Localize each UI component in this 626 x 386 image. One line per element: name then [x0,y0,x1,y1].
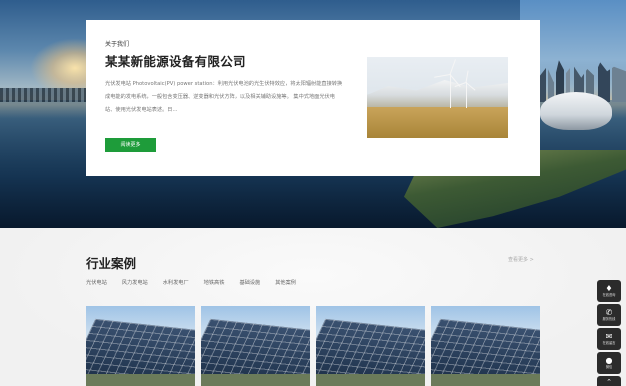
company-name: 某某新能源设备有限公司 [105,54,246,69]
bell-icon: ♦ [605,284,613,293]
leave-message-button[interactable]: ✉ 在线留言 [597,328,621,350]
tab-infrastructure[interactable]: 基础设施 [239,279,260,286]
read-more-button[interactable]: 阅读更多 [105,138,156,152]
phone-icon: ✆ [605,308,613,317]
view-more-link[interactable]: 查看更多 > [508,256,534,263]
wechat-icon: ● [605,356,613,365]
turbine-tower [450,74,451,108]
wechat-button[interactable]: ● 微信 [597,352,621,374]
chat-icon: ✉ [605,332,613,341]
online-consult-button[interactable]: ♦ 在线咨询 [597,280,621,302]
floating-contact-bar: ♦ 在线咨询 ✆ 服务热线 ✉ 在线留言 ● 微信 ⌃ [597,280,623,386]
wind-turbine-photo [367,57,508,138]
hero-banner: 关于我们 某某新能源设备有限公司 光伏发电站 Photovoltaic(PV) … [0,0,626,228]
industry-cases-section: 行业案例 查看更多 > 光伏电站 风力发电站 水利发电厂 地铁高铁 基础设施 其… [0,228,626,386]
case-tabs: 光伏电站 风力发电站 水利发电厂 地铁高铁 基础设施 其他案例 [86,279,311,286]
case-thumbnail[interactable] [431,306,540,386]
stadium-image [540,92,612,130]
pier-image [0,88,90,102]
turbine-tower [466,82,467,108]
tab-other-cases[interactable]: 其他案例 [275,279,296,286]
about-description: 光伏发电站 Photovoltaic(PV) power station：利用光… [105,81,343,113]
back-to-top-button[interactable]: ⌃ [597,376,621,386]
tab-metro-rail[interactable]: 地铁高铁 [204,279,225,286]
tab-pv-station[interactable]: 光伏电站 [86,279,107,286]
case-thumbnail[interactable] [316,306,425,386]
cases-title: 行业案例 [86,256,137,271]
about-eyebrow: 关于我们 [105,41,130,48]
service-hotline-button[interactable]: ✆ 服务热线 [597,304,621,326]
tab-wind-station[interactable]: 风力发电站 [122,279,148,286]
tab-hydro-plant[interactable]: 水利发电厂 [163,279,189,286]
arrow-up-icon: ⌃ [606,378,612,386]
case-thumbnail[interactable] [201,306,310,386]
case-thumbnail[interactable] [86,306,195,386]
about-card: 关于我们 某某新能源设备有限公司 光伏发电站 Photovoltaic(PV) … [86,20,540,176]
